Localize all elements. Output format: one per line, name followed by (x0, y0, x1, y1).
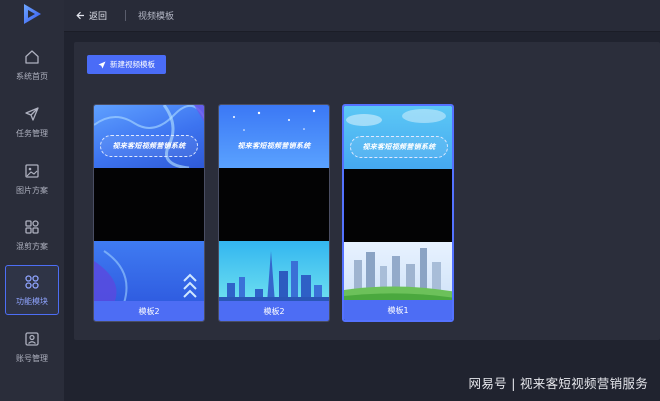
sidebar-item-label: 任务管理 (16, 128, 48, 138)
template-card[interactable]: 视来客短视频营销系统 模板2 (93, 104, 205, 322)
skyline-decoration (219, 251, 329, 303)
sidebar-item-label: 功能模块 (16, 296, 48, 306)
watermark-text: 网易号 | 视来客短视频营销服务 (468, 376, 648, 391)
template-thumbnail-bottom (219, 241, 329, 303)
send-icon (98, 61, 106, 68)
back-button[interactable]: 返回 (76, 9, 107, 22)
template-caption: 模板1 (344, 300, 452, 320)
sidebar-item-label: 账号管理 (16, 353, 48, 363)
header-divider (125, 10, 127, 21)
send-icon (25, 106, 39, 121)
sidebar-item-home[interactable]: 系统首页 (5, 40, 59, 90)
mix-icon (25, 219, 39, 234)
template-thumbnail-bottom (344, 242, 452, 304)
sidebar-item-image-plans[interactable]: 图片方案 (5, 154, 59, 204)
page-title: 视频模板 (138, 12, 175, 22)
template-caption: 模板2 (219, 301, 329, 321)
top-bar: 返回 视频模板 (64, 0, 660, 32)
template-thumbnail-bottom (94, 241, 204, 303)
template-video-area (219, 168, 329, 241)
wave-decoration (94, 250, 197, 303)
main-panel: 新建视频模板 视来客短视频营销系统 模板2 视来客短视频营销系统 模板2 视来客… (74, 42, 660, 340)
sidebar-item-label: 混剪方案 (16, 241, 48, 251)
template-card-selected[interactable]: 视来客短视频营销系统 模板1 (342, 104, 454, 322)
grid-icon (25, 274, 39, 289)
sidebar-item-tasks[interactable]: 任务管理 (5, 97, 59, 147)
template-banner: 视来客短视频营销系统 (350, 136, 448, 158)
user-icon (25, 331, 39, 346)
sidebar-item-accounts[interactable]: 账号管理 (5, 322, 59, 372)
home-icon (25, 49, 39, 64)
template-video-area (94, 168, 204, 241)
sidebar-item-modules[interactable]: 功能模块 (5, 265, 59, 315)
app-logo (24, 4, 41, 24)
template-card[interactable]: 视来客短视频营销系统 模板2 (218, 104, 330, 322)
app-window: 系统首页 任务管理 图片方案 混剪方案 功能模块 账号管理 返回 视频模板 新建… (0, 0, 660, 401)
back-label: 返回 (89, 12, 108, 22)
sidebar-item-mix-plans[interactable]: 混剪方案 (5, 210, 59, 260)
sidebar: 系统首页 任务管理 图片方案 混剪方案 功能模块 账号管理 (0, 0, 64, 401)
sidebar-item-label: 图片方案 (16, 185, 48, 195)
skyline-decoration (344, 248, 452, 304)
sidebar-item-label: 系统首页 (16, 71, 48, 81)
image-icon (25, 163, 39, 178)
arrow-left-icon (76, 11, 84, 20)
new-template-label: 新建视频模板 (110, 60, 155, 69)
template-video-area (344, 169, 452, 242)
template-banner: 视来客短视频营销系统 (100, 135, 198, 157)
template-thumbnail-top: 视来客短视频营销系统 (94, 105, 204, 168)
template-thumbnail-top: 视来客短视频营销系统 (219, 105, 329, 168)
template-caption: 模板2 (94, 301, 204, 321)
template-thumbnail-top: 视来客短视频营销系统 (344, 106, 452, 169)
template-banner: 视来客短视频营销系统 (237, 142, 311, 150)
new-template-button[interactable]: 新建视频模板 (87, 55, 166, 74)
